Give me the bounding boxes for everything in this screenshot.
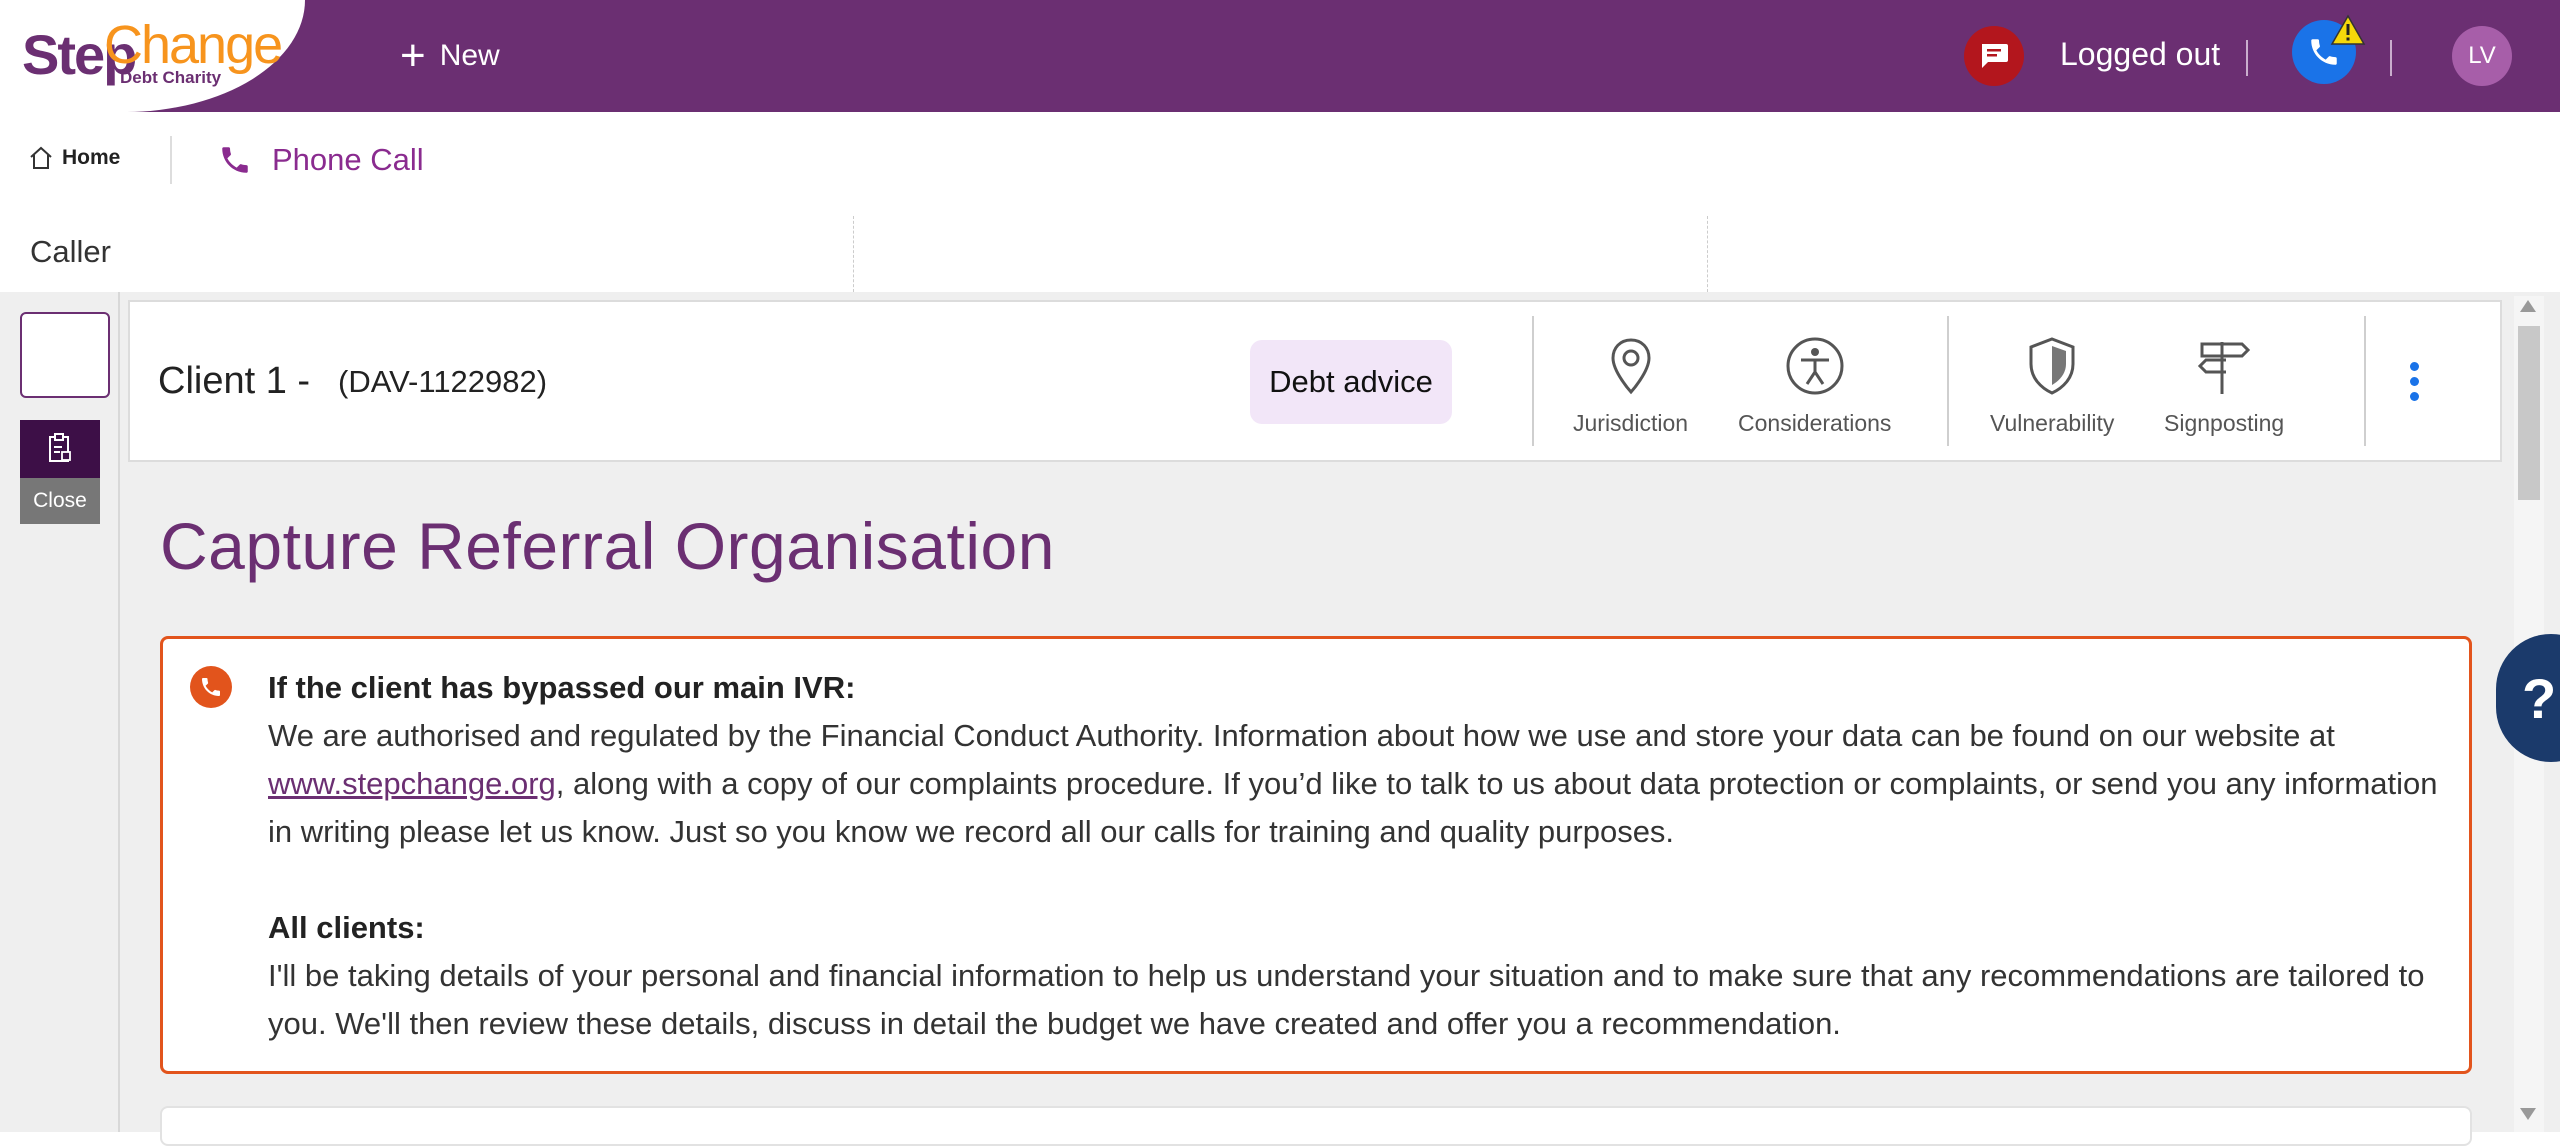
clipboard-button[interactable] (20, 420, 100, 478)
notice-p1-end: , along with a copy of our complaints pr… (268, 766, 2438, 849)
chat-icon (1982, 44, 2008, 68)
phone-alert-icon (190, 666, 232, 708)
tab-phone-call[interactable]: Phone Call (218, 142, 424, 178)
debt-advice-badge[interactable]: Debt advice (1250, 340, 1452, 424)
header-divider (1947, 316, 1949, 446)
column-divider (1707, 216, 1708, 292)
header-divider (2246, 40, 2248, 76)
caller-row (0, 212, 2560, 292)
clipboard-icon (49, 433, 71, 462)
client-name: Client 1 - (158, 360, 311, 402)
home-tab[interactable]: Home (28, 146, 120, 170)
jurisdiction-label: Jurisdiction (1573, 410, 1689, 436)
home-icon (30, 146, 52, 169)
user-avatar[interactable]: LV (2452, 26, 2512, 86)
close-button[interactable]: Close (20, 478, 100, 524)
more-options-icon[interactable] (2410, 362, 2419, 401)
logo-change-text: Change (104, 15, 283, 75)
next-section-card (160, 1106, 2472, 1146)
signposting-button[interactable]: Signposting (2164, 336, 2284, 437)
presence-status[interactable]: Logged out (2060, 36, 2220, 73)
considerations-button[interactable]: Considerations (1738, 336, 1891, 437)
shield-icon (2029, 337, 2075, 395)
notice-heading-ivr: If the client has bypassed our main IVR: (268, 670, 856, 705)
chat-button[interactable] (1964, 26, 2024, 86)
location-pin-icon (1611, 338, 1651, 395)
signpost-icon (2197, 342, 2251, 394)
caller-label: Caller (30, 234, 111, 269)
left-rail (0, 292, 120, 1132)
new-button[interactable]: + New (400, 32, 500, 80)
client-id: (DAV-1122982) (338, 364, 548, 399)
page-title: Capture Referral Organisation (160, 509, 1055, 583)
scroll-down-arrow[interactable] (2520, 1108, 2536, 1120)
vulnerability-label: Vulnerability (1990, 410, 2115, 436)
scroll-up-arrow[interactable] (2520, 300, 2536, 312)
stepchange-website-link[interactable]: www.stepchange.org (268, 766, 556, 801)
notice-heading-all-clients: All clients: (268, 910, 425, 945)
plus-icon: + (400, 31, 426, 80)
tab-divider (170, 136, 172, 184)
home-tab-label: Home (62, 146, 121, 169)
header-divider (2364, 316, 2366, 446)
logo-subtitle: Debt Charity (120, 68, 222, 87)
signposting-label: Signposting (2164, 410, 2285, 436)
notice-text: If the client has bypassed our main IVR:… (268, 664, 2448, 1048)
header-divider (2390, 40, 2392, 76)
tab-phone-call-label: Phone Call (272, 142, 424, 177)
session-tile[interactable] (20, 312, 110, 398)
header-divider (1532, 316, 1534, 446)
jurisdiction-button[interactable]: Jurisdiction (1573, 336, 1688, 437)
column-divider (853, 216, 854, 292)
notice-paragraph-2: I'll be taking details of your personal … (268, 958, 2425, 1041)
notice-paragraph-1: We are authorised and regulated by the F… (268, 712, 2448, 856)
phone-call-icon (222, 147, 248, 173)
warning-icon (2330, 14, 2366, 51)
notice-p1-start: We are authorised and regulated by the F… (268, 718, 2335, 753)
accessibility-icon (1786, 337, 1844, 395)
considerations-label: Considerations (1738, 410, 1892, 436)
scrollbar-thumb[interactable] (2518, 326, 2540, 500)
new-button-label: New (439, 39, 500, 72)
vulnerability-button[interactable]: Vulnerability (1990, 336, 2114, 437)
